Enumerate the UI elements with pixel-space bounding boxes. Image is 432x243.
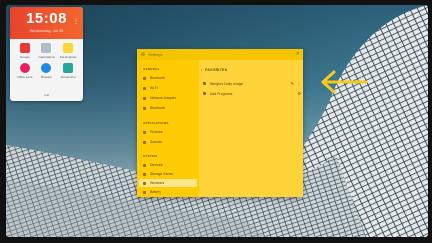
settings-window: Settings ✕ GENERAL Bluetooth Wi-Fi Netwo… bbox=[137, 49, 303, 197]
list-item-label: Weight's Daily Image bbox=[210, 81, 243, 86]
list-item[interactable]: Weight's Daily Image ✎ ⋮ bbox=[203, 79, 301, 88]
add-icon bbox=[203, 92, 206, 95]
sidebar-item-label: Sounds bbox=[150, 140, 162, 144]
bluetooth-icon bbox=[143, 106, 146, 110]
sidebar-section-header: APPLICATIONS bbox=[143, 121, 169, 125]
app-grid: Google Calculadora File Explorer Office … bbox=[14, 43, 79, 79]
pictures-icon bbox=[143, 130, 146, 134]
sidebar-item-active[interactable]: Windows bbox=[139, 179, 197, 187]
overflow-menu-icon[interactable]: ⋮ bbox=[73, 18, 79, 25]
battery-icon bbox=[143, 190, 146, 194]
settings-gear-icon[interactable]: ⚙ bbox=[297, 91, 301, 96]
screen-frame: 15:08 Wednesday, Jul 26 ⋮ Google Calcula… bbox=[0, 0, 432, 243]
google-icon bbox=[19, 43, 30, 53]
sidebar-item[interactable]: Bluetooth bbox=[139, 74, 197, 82]
bluetooth-icon bbox=[143, 76, 146, 80]
more-icon[interactable]: ⋮ bbox=[297, 81, 301, 86]
clock-date: Wednesday, Jul 26 bbox=[29, 28, 64, 33]
office-lens-icon bbox=[19, 63, 30, 73]
app-label: File Explorer bbox=[59, 55, 77, 59]
file-explorer-icon bbox=[63, 43, 74, 53]
sidebar-item-label: Wi-Fi bbox=[150, 86, 159, 90]
annotation-arrow-left-icon bbox=[321, 70, 368, 94]
sidebar: GENERAL Bluetooth Wi-Fi Network Adapter … bbox=[137, 60, 199, 197]
sidebar-item[interactable]: Network Adapter bbox=[139, 94, 197, 102]
sidebar-item-label: Battery bbox=[150, 190, 162, 194]
storage-icon bbox=[143, 172, 146, 176]
screenshot-icon bbox=[63, 63, 74, 73]
sidebar-item[interactable]: Pictures bbox=[139, 128, 197, 136]
app-tile[interactable]: Browser bbox=[36, 63, 58, 79]
windows-icon bbox=[143, 181, 146, 185]
close-icon[interactable]: ✕ bbox=[296, 51, 300, 57]
browser-icon bbox=[41, 63, 52, 73]
sidebar-item-label: Storage Sense bbox=[150, 172, 174, 176]
sound-icon bbox=[143, 140, 146, 144]
app-label: Screenshot bbox=[60, 75, 76, 79]
list-item-label: Add Programs bbox=[210, 91, 233, 96]
sidebar-item[interactable]: Bluetooth bbox=[139, 104, 197, 112]
app-tile[interactable]: Google bbox=[14, 43, 36, 59]
sidebar-item[interactable]: Sounds bbox=[139, 138, 197, 146]
sidebar-item[interactable]: Battery bbox=[139, 188, 197, 196]
content-pane: ‹ FAVORITES Weight's Daily Image ✎ ⋮ Add… bbox=[199, 60, 303, 197]
list-item[interactable]: Add Programs ⚙ bbox=[203, 89, 301, 98]
image-icon bbox=[203, 82, 206, 85]
section-title: FAVORITES bbox=[205, 68, 228, 72]
app-tile[interactable]: Screenshot bbox=[57, 63, 79, 79]
window-title: Settings bbox=[148, 52, 163, 57]
clock-widget: 15:08 Wednesday, Jul 26 ⋮ Google Calcula… bbox=[10, 7, 83, 101]
sidebar-item[interactable]: Storage Sense bbox=[139, 170, 197, 178]
sidebar-item-label: Bluetooth bbox=[150, 76, 165, 80]
app-icon bbox=[141, 52, 145, 56]
sidebar-item-label: Bluetooth bbox=[150, 106, 165, 110]
wifi-icon bbox=[143, 86, 146, 90]
edit-icon[interactable]: ✎ bbox=[291, 81, 294, 86]
app-label: Office Lens bbox=[17, 75, 33, 79]
app-tile[interactable]: Calculadora bbox=[36, 43, 58, 59]
sidebar-section-header: SYSTEM bbox=[143, 154, 158, 158]
desktop: 15:08 Wednesday, Jul 26 ⋮ Google Calcula… bbox=[6, 5, 428, 237]
sidebar-section-header: GENERAL bbox=[143, 67, 160, 71]
app-tile[interactable]: File Explorer bbox=[57, 43, 79, 59]
clock-header: 15:08 Wednesday, Jul 26 ⋮ bbox=[10, 7, 83, 39]
devices-icon bbox=[143, 163, 146, 167]
sidebar-item[interactable]: Devices bbox=[139, 161, 197, 169]
app-label: Calculadora bbox=[38, 55, 55, 59]
chevron-left-icon[interactable]: ‹ bbox=[201, 67, 202, 72]
app-label: Google bbox=[19, 55, 30, 59]
sidebar-item-label: Windows bbox=[150, 181, 165, 185]
calculator-icon bbox=[41, 43, 52, 53]
sidebar-item-label: Devices bbox=[150, 163, 163, 167]
network-icon bbox=[143, 96, 146, 100]
sidebar-item-label: Pictures bbox=[150, 130, 163, 134]
app-tile[interactable]: Office Lens bbox=[14, 63, 36, 79]
sidebar-item[interactable]: Wi-Fi bbox=[139, 84, 197, 92]
title-bar: Settings ✕ bbox=[137, 49, 303, 60]
add-widget-button[interactable]: Add bbox=[10, 93, 83, 97]
app-label: Browser bbox=[40, 75, 52, 79]
sidebar-item-label: Network Adapter bbox=[150, 96, 176, 100]
